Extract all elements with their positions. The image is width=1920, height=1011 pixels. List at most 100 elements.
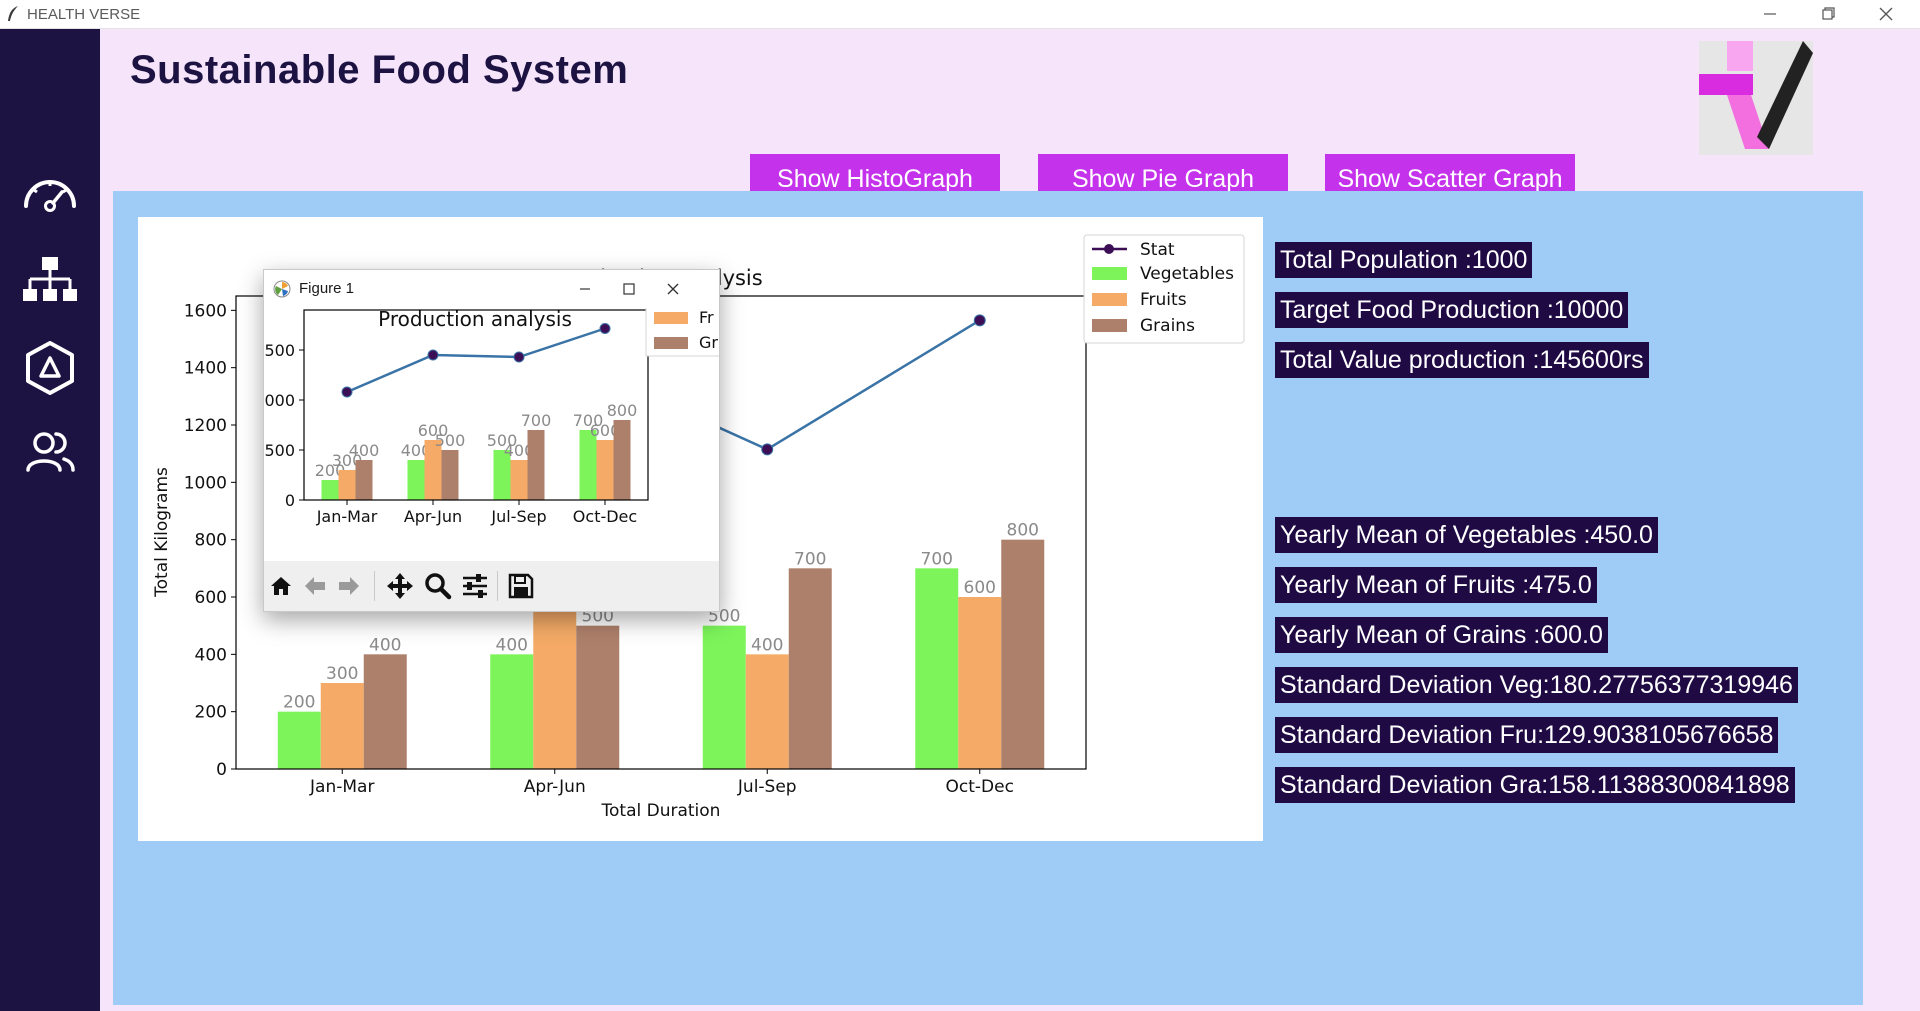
y-tick-label: 1400 (184, 359, 227, 379)
bar-value-label: 300 (326, 664, 358, 684)
stat-sd-grains: Standard Deviation Gra:158.1138830084189… (1275, 767, 1795, 803)
x-tick-label: Jul-Sep (737, 777, 797, 797)
bar-value-label: 600 (964, 578, 996, 598)
figure-maximize-icon[interactable] (609, 278, 649, 300)
legend-label: Fr (699, 308, 714, 327)
sidebar (0, 29, 100, 1011)
stat-line (346, 327, 606, 394)
window-titlebar: HEALTH VERSE (0, 0, 1920, 29)
dashboard-gauge-icon[interactable] (20, 166, 80, 226)
zoom-magnifier-icon[interactable] (424, 572, 452, 600)
configure-sliders-icon[interactable] (461, 573, 489, 599)
page-title: Sustainable Food System (130, 48, 629, 92)
bar-grains (788, 568, 832, 769)
stat-total-value-production: Total Value production :145600rs (1275, 342, 1649, 378)
legend-label: Vegetables (1140, 264, 1234, 284)
pan-move-icon[interactable] (386, 572, 414, 600)
window-title: HEALTH VERSE (27, 6, 141, 23)
bar-fruits (745, 654, 789, 769)
figure-toolbar (264, 561, 719, 611)
home-icon[interactable] (268, 573, 294, 599)
stat-point (341, 386, 353, 398)
stat-point (427, 349, 439, 361)
forward-arrow-icon[interactable] (336, 573, 362, 599)
x-tick-label: Oct-Dec (946, 777, 1014, 797)
stat-mean-grains: Yearly Mean of Grains :600.0 (1275, 617, 1608, 653)
legend-swatch (654, 312, 688, 324)
users-icon[interactable] (20, 422, 80, 482)
restore-icon[interactable] (1808, 2, 1848, 26)
legend-label: Fruits (1140, 290, 1187, 310)
bar-vegetables (407, 460, 425, 500)
bar-value-label: 700 (521, 411, 552, 430)
legend-stat-marker (1104, 244, 1114, 254)
y-tick-label: 600 (195, 588, 227, 608)
bar-value-label: 800 (607, 401, 638, 420)
legend-swatch (1092, 293, 1127, 306)
bar-vegetables (702, 625, 746, 769)
close-icon[interactable] (1866, 2, 1906, 26)
figure-minimize-icon[interactable] (565, 278, 605, 300)
bar-grains (363, 654, 407, 769)
stat-point (973, 314, 986, 327)
legend-label: Stat (1140, 240, 1175, 260)
bar-value-label: 700 (794, 549, 826, 569)
legend-label: Gr (699, 333, 718, 352)
x-tick-label: Jul-Sep (490, 507, 546, 526)
bar-vegetables (490, 654, 534, 769)
bar-grains (576, 625, 620, 769)
figure-bar-chart: 2004005007003006004006004005007008000500… (264, 308, 719, 526)
figure-close-icon[interactable] (653, 278, 693, 300)
save-floppy-icon[interactable] (508, 573, 534, 599)
hexagon-delta-icon[interactable] (20, 338, 80, 398)
y-tick-label: 0 (285, 491, 295, 510)
legend-swatch (654, 337, 688, 349)
bar-value-label: 500 (435, 431, 466, 450)
y-tick-label: 800 (195, 531, 227, 551)
x-tick-label: Apr-Jun (524, 777, 586, 797)
bar-value-label: 700 (921, 549, 953, 569)
minimize-icon[interactable] (1750, 2, 1790, 26)
bar-fruits (596, 440, 614, 500)
figure-window[interactable]: Figure 1 200 400 500 700 300 600 400 600 400 500 7… (263, 269, 720, 612)
stat-total-population: Total Population :1000 (1275, 242, 1533, 278)
bar-vegetables (579, 430, 597, 500)
bar-vegetables (915, 568, 959, 769)
toolbar-divider (374, 571, 375, 601)
bar-value-label: 200 (283, 693, 315, 713)
matplotlib-icon (273, 280, 291, 298)
y-tick-label: 400 (195, 645, 227, 665)
hierarchy-icon[interactable] (20, 251, 80, 311)
x-tick-label: Apr-Jun (404, 507, 462, 526)
stat-target-food-production: Target Food Production :10000 (1275, 292, 1629, 328)
bar-vegetables (277, 711, 321, 769)
bar-value-label: 800 (1007, 521, 1039, 541)
stat-point (761, 443, 774, 456)
x-tick-label: Oct-Dec (573, 507, 637, 526)
stat-sd-vegetables: Standard Deviation Veg:180.2775637731994… (1275, 667, 1798, 703)
bar-grains (1001, 539, 1045, 769)
figure-title: Figure 1 (299, 280, 355, 297)
bar-fruits (320, 683, 364, 769)
y-tick-label: 1600 (184, 301, 227, 321)
y-tick-label: 200 (195, 703, 227, 723)
figure-titlebar[interactable]: Figure 1 (264, 270, 719, 308)
y-axis-label: Total Kilograms (152, 467, 172, 598)
bar-fruits (338, 470, 356, 500)
stat-sd-fruits: Standard Deviation Fru:129.9038105676658 (1275, 717, 1779, 753)
bar-value-label: 400 (496, 635, 528, 655)
x-tick-label: Jan-Mar (316, 507, 378, 526)
x-axis-label: Total Duration (601, 801, 721, 821)
bar-grains (441, 450, 459, 500)
legend-swatch (1092, 267, 1127, 280)
back-arrow-icon[interactable] (302, 573, 328, 599)
x-tick-label: Jan-Mar (309, 777, 374, 797)
feather-icon (8, 6, 18, 21)
bar-fruits (510, 460, 528, 500)
bar-grains (355, 460, 373, 500)
bar-value-label: 400 (369, 635, 401, 655)
chart-title: Production analysis (378, 308, 572, 331)
bar-fruits (533, 597, 577, 769)
y-tick-label: 1000 (264, 391, 295, 410)
bar-grains (527, 430, 545, 500)
